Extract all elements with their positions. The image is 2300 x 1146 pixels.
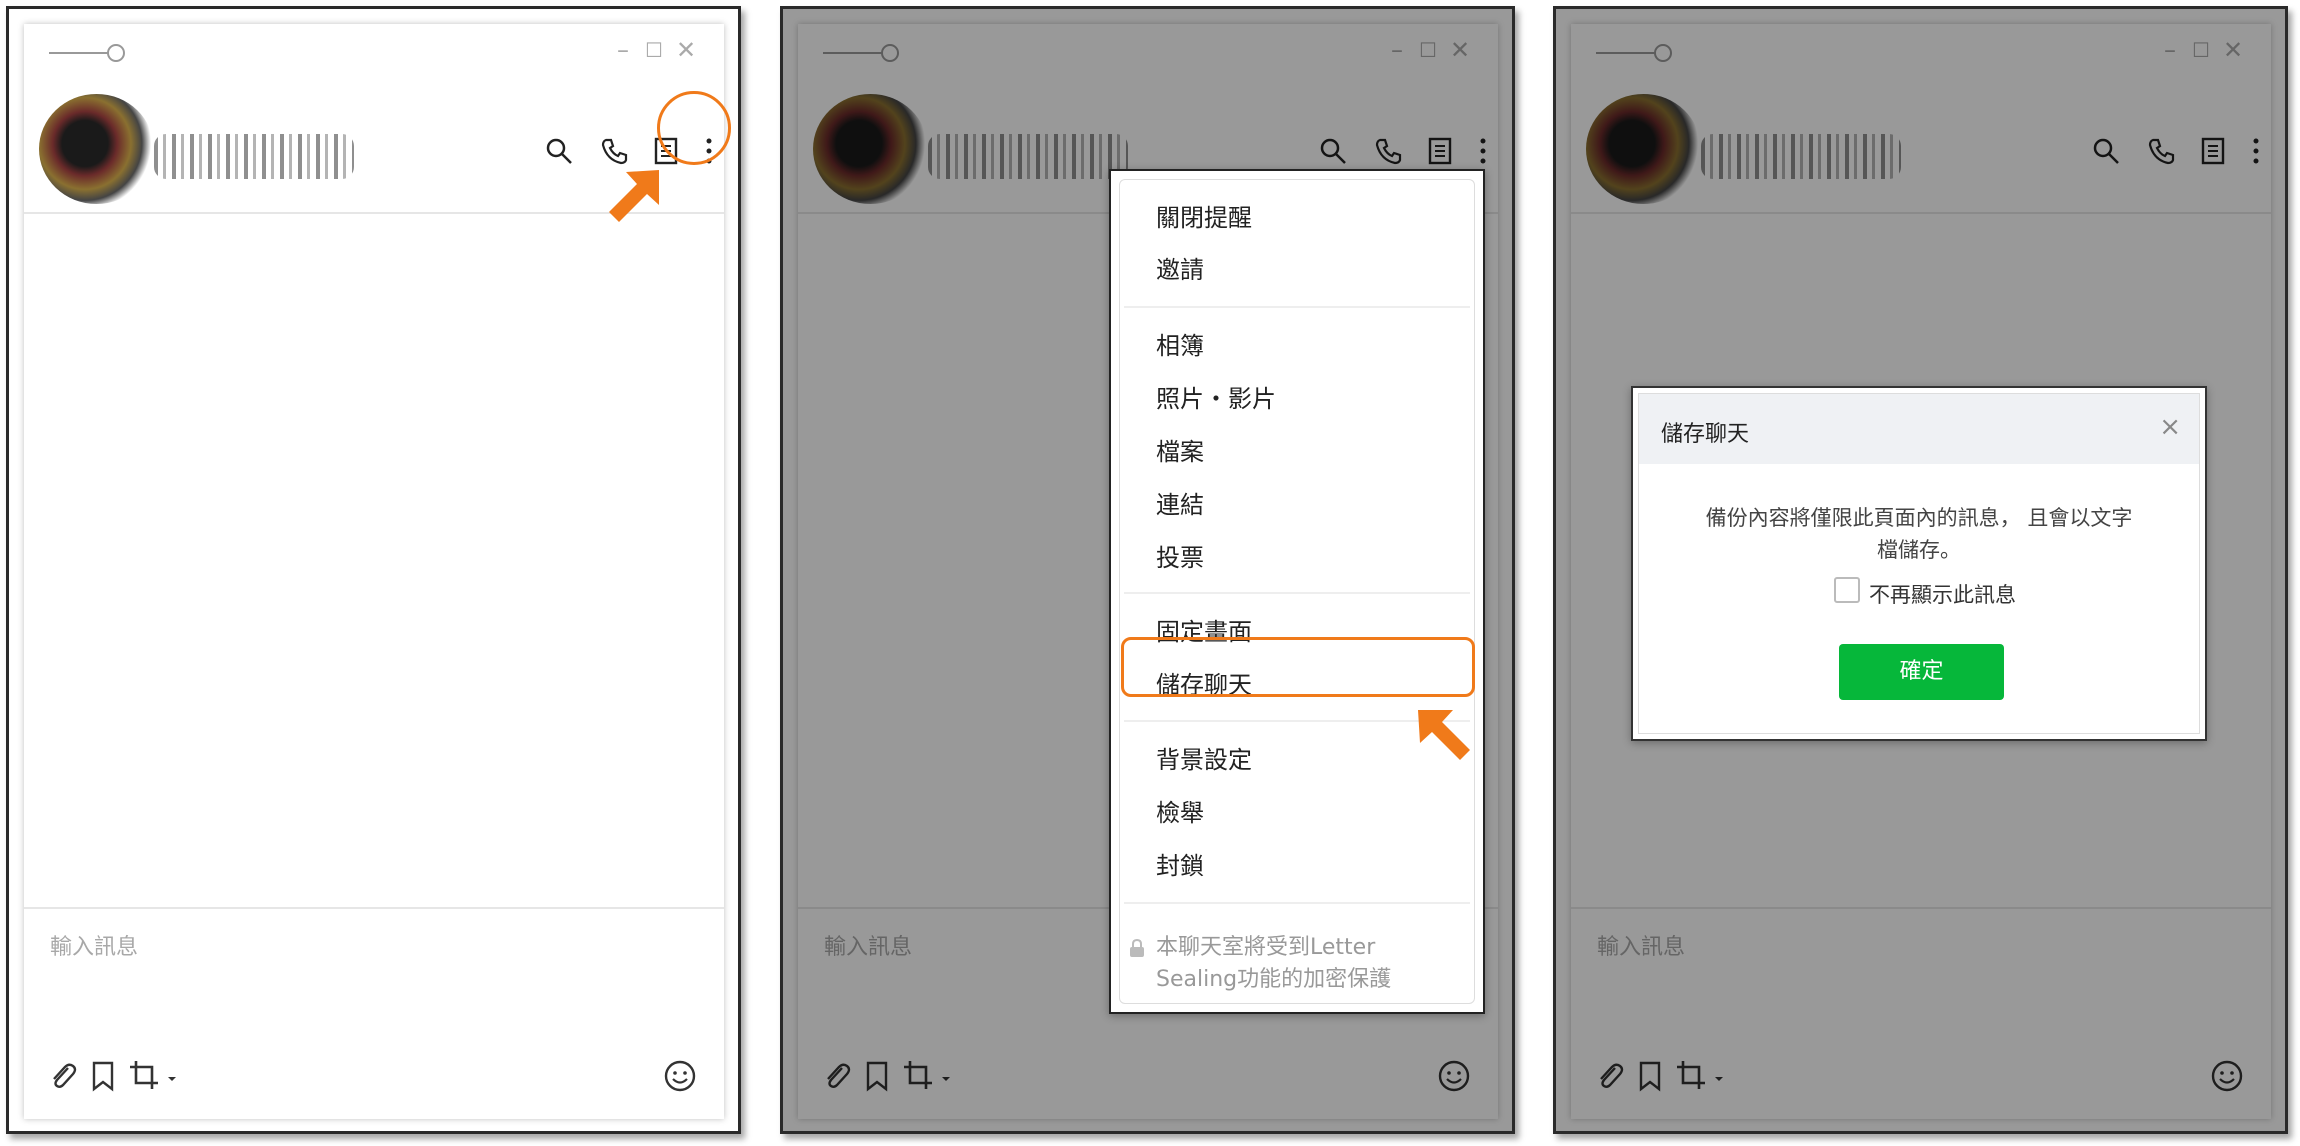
encryption-notice-line2: Sealing功能的加密保護	[1156, 967, 1392, 992]
save-chat-dialog: 儲存聊天 × 備份內容將僅限此頁面內的訊息， 且會以文字 檔儲存。 不再顯示此訊…	[1631, 386, 2207, 741]
menu-item-mute[interactable]: 關閉提醒	[1156, 198, 1252, 233]
menu-divider	[1124, 902, 1470, 904]
avatar[interactable]	[39, 94, 154, 204]
search-icon[interactable]	[539, 136, 579, 176]
dont-show-again-label[interactable]: 不再顯示此訊息	[1869, 579, 2016, 609]
step3-panel: – ☐ ✕ 輸入訊息 儲存聊天 × 備份內容將僅限此頁面內的訊息， 且會以文字 …	[1553, 6, 2288, 1134]
dialog-header: 儲存聊天 ×	[1639, 394, 2199, 464]
menu-divider	[1124, 306, 1470, 308]
maximize-button[interactable]: ☐	[640, 36, 668, 64]
encryption-notice: 本聊天室將受到Letter Sealing功能的加密保護	[1130, 932, 1456, 996]
dialog-message: 備份內容將僅限此頁面內的訊息， 且會以文字 檔儲存。	[1679, 502, 2159, 566]
close-icon[interactable]: ×	[2159, 412, 2181, 442]
crop-icon[interactable]	[124, 1059, 184, 1101]
menu-item-files[interactable]: 檔案	[1156, 432, 1204, 467]
menu-item-invite[interactable]: 邀請	[1156, 250, 1204, 285]
menu-body: 關閉提醒 邀請 相簿 照片・影片 檔案 連結 投票 固定畫面 儲存聊天 背景設定…	[1119, 179, 1475, 1004]
lock-icon	[1130, 938, 1144, 957]
close-button[interactable]: ✕	[672, 36, 700, 64]
menu-item-poll[interactable]: 投票	[1156, 538, 1204, 573]
divider	[24, 907, 724, 909]
encryption-notice-line1: 本聊天室將受到Letter	[1156, 935, 1376, 960]
step2-panel: – ☐ ✕ 輸入訊息 關閉提醒 邀請 相簿 照片・影片 檔案 連結 投票 固定畫…	[780, 6, 1515, 1134]
dialog-title: 儲存聊天	[1661, 422, 1750, 447]
emoji-icon[interactable]	[659, 1059, 701, 1101]
dialog-body: 儲存聊天 × 備份內容將僅限此頁面內的訊息， 且會以文字 檔儲存。 不再顯示此訊…	[1638, 393, 2200, 734]
title-bar: – ☐ ✕	[24, 24, 724, 64]
menu-item-links[interactable]: 連結	[1156, 485, 1204, 520]
confirm-button[interactable]: 確定	[1839, 644, 2004, 700]
highlight-box	[1121, 637, 1475, 697]
message-area	[24, 214, 724, 907]
dialog-message-line2: 檔儲存。	[1877, 538, 1961, 562]
message-input[interactable]: 輸入訊息	[50, 929, 138, 961]
menu-item-block[interactable]: 封鎖	[1156, 846, 1204, 881]
pointer-arrow-icon	[609, 170, 659, 222]
step1-panel: – ☐ ✕ 輸入訊息	[6, 6, 741, 1134]
menu-item-album[interactable]: 相簿	[1156, 326, 1204, 361]
menu-item-background[interactable]: 背景設定	[1156, 740, 1252, 775]
minimize-button[interactable]: –	[609, 36, 637, 64]
pin-slider-handle[interactable]	[107, 44, 125, 62]
pin-slider-track[interactable]	[49, 52, 109, 54]
bookmark-icon[interactable]	[82, 1059, 124, 1101]
highlight-circle	[657, 91, 731, 165]
contact-name-blurred	[154, 134, 354, 179]
dialog-message-line1: 備份內容將僅限此頁面內的訊息， 且會以文字	[1705, 506, 2133, 530]
pointer-arrow-icon	[1418, 710, 1470, 760]
menu-item-report[interactable]: 檢舉	[1156, 793, 1204, 828]
menu-item-photos[interactable]: 照片・影片	[1156, 379, 1276, 414]
more-menu: 關閉提醒 邀請 相簿 照片・影片 檔案 連結 投票 固定畫面 儲存聊天 背景設定…	[1109, 169, 1485, 1014]
paperclip-icon[interactable]	[42, 1059, 84, 1101]
dont-show-again-checkbox[interactable]	[1834, 577, 1860, 603]
menu-divider	[1124, 592, 1470, 594]
